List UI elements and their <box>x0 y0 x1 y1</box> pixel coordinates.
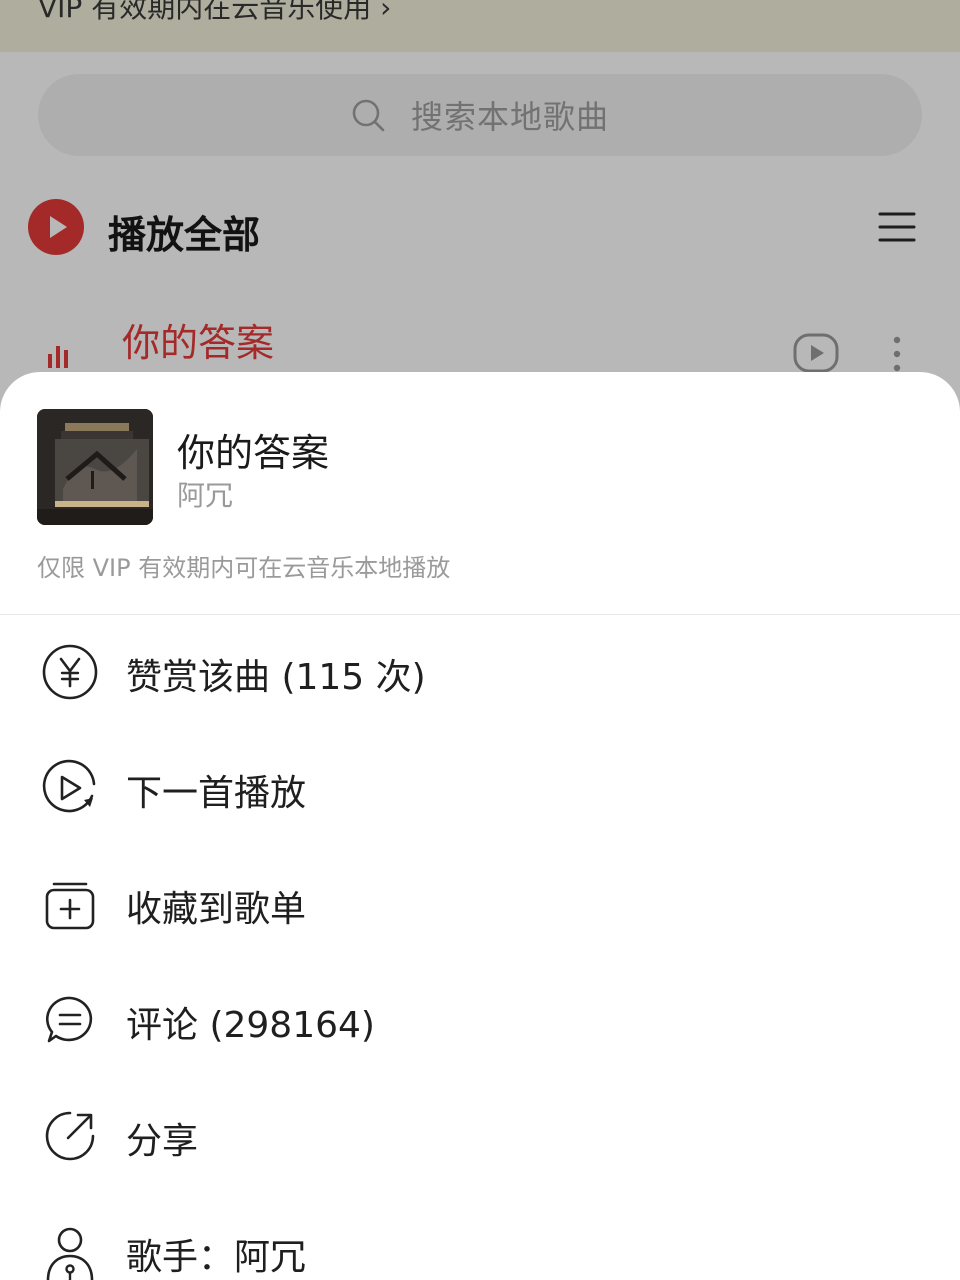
sheet-song-title: 你的答案 <box>177 431 330 475</box>
page: VIP 有效期内在云音乐使用 › 搜索本地歌曲 播放全部 你的答案 你的答案 阿… <box>0 0 960 1280</box>
menu-item-label: 评论 (298164) <box>126 1005 375 1046</box>
artist-icon <box>46 1227 94 1280</box>
vip-notice: 仅限 VIP 有效期内可在云音乐本地播放 <box>37 554 451 582</box>
menu-item-label: 下一首播放 <box>126 773 307 814</box>
add-to-playlist-icon <box>45 882 95 930</box>
menu-item-reward[interactable]: 赞赏该曲 (115 次) <box>0 614 960 730</box>
menu-item-comment[interactable]: 评论 (298164) <box>0 962 960 1078</box>
share-icon <box>45 1111 95 1161</box>
menu-item-label: 赞赏该曲 (115 次) <box>126 657 426 698</box>
menu-item-play-next[interactable]: 下一首播放 <box>0 730 960 846</box>
sheet-header: 你的答案 阿冗 仅限 VIP 有效期内可在云音乐本地播放 <box>0 372 960 615</box>
menu-item-artist[interactable]: 歌手：阿冗 <box>0 1194 960 1280</box>
album-cover <box>37 409 153 525</box>
menu-item-label: 分享 <box>126 1121 199 1162</box>
comment-icon <box>45 996 93 1043</box>
song-actions-sheet: 你的答案 阿冗 仅限 VIP 有效期内可在云音乐本地播放 赞赏该曲 (115 次… <box>0 372 960 1280</box>
menu-item-share[interactable]: 分享 <box>0 1078 960 1194</box>
menu-item-label: 歌手：阿冗 <box>126 1237 307 1278</box>
yen-reward-icon <box>42 644 98 700</box>
menu-item-add-to-playlist[interactable]: 收藏到歌单 <box>0 846 960 962</box>
menu-item-label: 收藏到歌单 <box>126 889 307 930</box>
album-cover-art <box>37 409 153 525</box>
sheet-song-artist[interactable]: 阿冗 <box>177 474 233 514</box>
play-next-icon <box>42 759 96 813</box>
action-menu: 赞赏该曲 (115 次) 下一首播放 收藏到歌单 评论 (298164) 分享 … <box>0 614 960 1280</box>
